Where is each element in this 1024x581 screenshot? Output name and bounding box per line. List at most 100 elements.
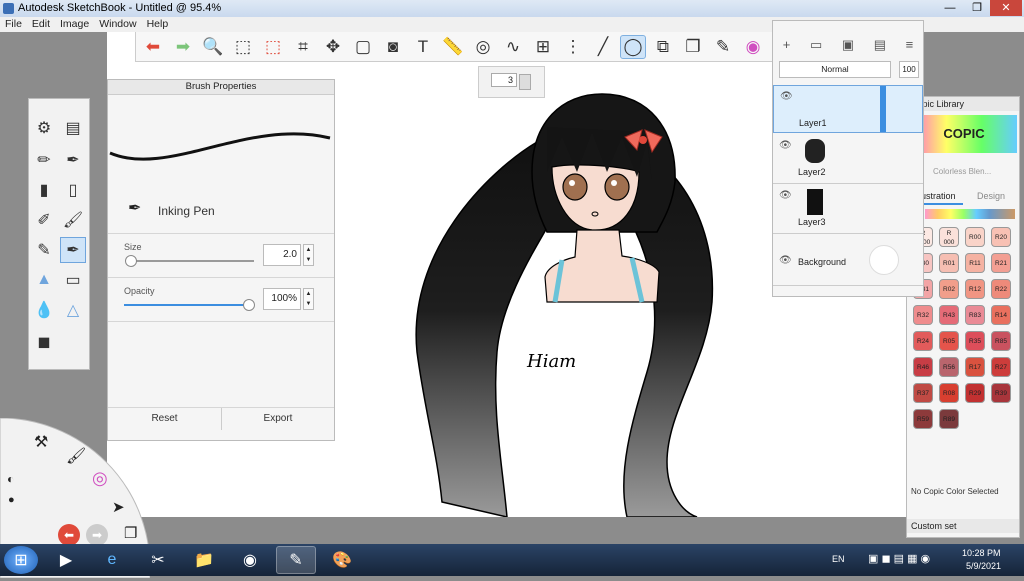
clock-date[interactable]: 5/9/2021 <box>966 561 1001 571</box>
ballpoint-brush-icon[interactable]: ✒ <box>60 147 86 173</box>
copic-swatch[interactable]: R83 <box>965 305 985 325</box>
export-button[interactable]: Export <box>222 408 334 430</box>
copy-canvas-icon[interactable]: ❐ <box>124 524 137 542</box>
copy-icon[interactable]: ❐ <box>680 35 706 59</box>
layer-opacity[interactable]: 100 <box>899 61 919 78</box>
add-layer-icon[interactable]: + <box>783 37 791 59</box>
tray-icons[interactable]: ▣ ◼ ▤ ▦ ◉ <box>868 552 930 565</box>
zoom-icon[interactable]: 🔍 <box>200 35 226 59</box>
brush-lagoon-icon[interactable]: 🖌 <box>66 446 86 466</box>
start-button[interactable]: ⊞ <box>4 546 38 574</box>
background-layer-row[interactable]: 👁 Background <box>773 235 923 286</box>
copic-swatch[interactable]: R29 <box>965 383 985 403</box>
copic-swatch[interactable]: R35 <box>965 331 985 351</box>
brush-shape-icon[interactable]: ◐ <box>7 472 14 486</box>
copic-swatch[interactable]: R02 <box>939 279 959 299</box>
marker-brush-icon[interactable]: ▮ <box>31 177 57 203</box>
symmetry-icon[interactable]: ⋮ <box>560 35 586 59</box>
copic-swatch[interactable]: R24 <box>913 331 933 351</box>
crop-icon[interactable]: ⌗ <box>290 35 316 59</box>
visibility-eye-icon[interactable]: 👁 <box>780 91 793 102</box>
custom-set-header[interactable]: Custom set <box>907 519 1019 533</box>
opacity-slider[interactable] <box>124 304 250 306</box>
opacity-spinner[interactable]: ▲ ▼ <box>303 288 314 310</box>
copic-swatch[interactable]: R14 <box>991 305 1011 325</box>
undo-icon[interactable]: ⬅ <box>140 35 166 59</box>
text-icon[interactable]: T <box>410 35 436 59</box>
brush-palette-icon[interactable]: ✎ <box>710 35 736 59</box>
shape-icon[interactable]: ⧉ <box>650 35 676 59</box>
copic-swatch[interactable]: R27 <box>991 357 1011 377</box>
copic-swatch[interactable]: R56 <box>939 357 959 377</box>
smudge-icon[interactable]: △ <box>60 297 86 323</box>
paint-app-icon[interactable]: ✂ <box>138 546 178 574</box>
file-explorer-icon[interactable]: 📁 <box>184 546 224 574</box>
pencil-brush-icon[interactable]: ✏ <box>31 147 57 173</box>
merge-icon[interactable]: ▤ <box>874 37 886 59</box>
language-indicator[interactable]: EN <box>832 554 845 564</box>
copic-swatch[interactable]: R89 <box>939 409 959 429</box>
brush-dot-icon[interactable]: ● <box>8 494 15 506</box>
ellipse-tool-icon[interactable]: ◯ <box>620 34 646 59</box>
close-button[interactable]: ✕ <box>990 0 1022 16</box>
chrome-icon[interactable]: ◉ <box>230 546 270 574</box>
layer-group-icon[interactable]: ▭ <box>810 37 822 59</box>
copic-swatch[interactable]: R05 <box>939 331 959 351</box>
eraser-icon[interactable]: ▭ <box>60 267 86 293</box>
airbrush-icon[interactable]: ▲ <box>31 267 57 293</box>
size-value[interactable]: 2.0 <box>263 244 301 266</box>
minimize-button[interactable]: — <box>936 0 964 16</box>
brush-size-value[interactable]: 3 <box>491 73 517 87</box>
hard-eraser-icon[interactable]: ◼ <box>31 329 57 355</box>
palette-library-icon[interactable]: ▤ <box>60 115 86 141</box>
layer-row-3[interactable]: 👁 Layer3 <box>773 185 923 234</box>
maximize-button[interactable]: ❐ <box>964 0 990 16</box>
visibility-eye-icon[interactable]: 👁 <box>779 140 792 151</box>
lagoon-undo-icon[interactable]: ⬅ <box>58 524 80 546</box>
copic-swatch[interactable]: R37 <box>913 383 933 403</box>
copic-swatch[interactable]: R22 <box>991 279 1011 299</box>
redo-icon[interactable]: ➡ <box>170 35 196 59</box>
paint-palette-task-icon[interactable]: 🎨 <box>322 546 362 574</box>
palette-settings-icon[interactable]: ⚙ <box>31 115 57 141</box>
brush-tool-icon[interactable]: ⚒ <box>34 432 48 452</box>
clock-time[interactable]: 10:28 PM <box>962 548 1001 558</box>
size-spinner[interactable]: ▲ ▼ <box>303 244 314 266</box>
size-slider-knob[interactable] <box>125 255 137 267</box>
copic-swatch[interactable]: R17 <box>965 357 985 377</box>
copic-swatch[interactable]: R21 <box>991 253 1011 273</box>
internet-explorer-icon[interactable]: e <box>92 546 132 574</box>
layer-row-1[interactable]: 👁 Layer1 <box>773 85 923 133</box>
blend-mode-select[interactable]: Normal <box>779 61 891 78</box>
copic-swatch[interactable]: R00 <box>965 227 985 247</box>
size-slider[interactable] <box>128 260 254 262</box>
background-color-swatch[interactable] <box>869 245 899 275</box>
fineliner-brush-icon[interactable]: ✐ <box>31 207 57 233</box>
visibility-eye-icon[interactable]: 👁 <box>779 255 792 266</box>
lagoon-redo-icon[interactable]: ➡ <box>86 524 108 546</box>
color-editor-icon[interactable]: ◎ <box>92 468 108 489</box>
clear-selection-icon[interactable]: ⬚ <box>260 35 286 59</box>
layer-menu-icon[interactable]: ≡ <box>906 37 914 59</box>
chisel-marker-icon[interactable]: ▯ <box>60 177 86 203</box>
brush-size-puck[interactable]: 3 <box>478 66 545 98</box>
ruler-icon[interactable]: 📏 <box>440 35 466 59</box>
media-player-icon[interactable]: ▶ <box>46 546 86 574</box>
pick-color-icon[interactable]: ➤ <box>112 498 125 516</box>
inking-pen-icon[interactable]: ✒ <box>60 237 86 263</box>
layer-row-2[interactable]: 👁 Layer2 <box>773 135 923 184</box>
visibility-eye-icon[interactable]: 👁 <box>779 190 792 201</box>
copic-swatch[interactable]: R11 <box>965 253 985 273</box>
brush-size-slider[interactable] <box>519 74 531 90</box>
perspective-icon[interactable]: ⊞ <box>530 35 556 59</box>
add-image-icon[interactable]: ▣ <box>842 37 854 59</box>
copic-swatch[interactable]: R20 <box>991 227 1011 247</box>
opacity-slider-knob[interactable] <box>243 299 255 311</box>
select-icon[interactable]: ⬚ <box>230 35 256 59</box>
move-icon[interactable]: ✥ <box>320 35 346 59</box>
copic-swatch[interactable]: R43 <box>939 305 959 325</box>
tab-design[interactable]: Design <box>963 189 1019 203</box>
color-wheel-icon[interactable]: ◉ <box>740 35 766 59</box>
opacity-value[interactable]: 100% <box>263 288 301 310</box>
copic-swatch[interactable]: R39 <box>991 383 1011 403</box>
